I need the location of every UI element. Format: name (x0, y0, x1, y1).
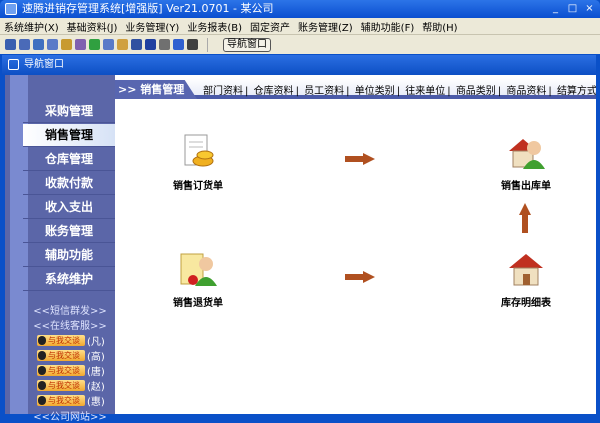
toolbar-button-icon-4[interactable] (47, 39, 58, 50)
separator: | (548, 86, 552, 97)
document-coins-icon (179, 133, 217, 171)
sales-order-label: 销售订货单 (173, 181, 223, 192)
close-button[interactable]: × (583, 2, 596, 15)
separator: | (346, 86, 350, 97)
qq-chat-item[interactable]: 与我交谈 (唐) (37, 363, 105, 378)
menu-basic-data[interactable]: 基础资料(J) (67, 19, 118, 34)
sidebar-item-warehouse[interactable]: 仓库管理 (23, 148, 115, 171)
agent-name: (惠) (87, 397, 105, 408)
nav-window-button[interactable]: 导航窗口 (223, 37, 271, 52)
menu-system[interactable]: 系统维护(X) (4, 19, 59, 34)
minimize-button[interactable]: _ (549, 2, 562, 15)
toolbar-button-icon-6[interactable] (75, 39, 86, 50)
menu-help[interactable]: 帮助(H) (422, 19, 457, 34)
qq-chat-button[interactable]: 与我交谈 (37, 365, 85, 376)
window-title-bar: 速腾进销存管理系统[增强版] Ver21.0701 - 某公司 _ □ × (0, 0, 600, 18)
qq-chat-button[interactable]: 与我交谈 (37, 380, 85, 391)
separator: | (295, 86, 299, 97)
toolbar-button-icon-12[interactable] (159, 39, 170, 50)
toolbar-button-icon-14[interactable] (187, 39, 198, 50)
separator: | (447, 86, 451, 97)
sales-return-label: 销售退货单 (173, 298, 223, 309)
sidebar-item-system[interactable]: 系统维护 (23, 268, 115, 291)
sidebar-item-purchase[interactable]: 采购管理 (23, 100, 115, 123)
toolbar-button-icon-11[interactable] (145, 39, 156, 50)
qq-chat-button[interactable]: 与我交谈 (37, 335, 85, 346)
toolbar-button-icon-2[interactable] (19, 39, 30, 50)
sidebar-item-accounts[interactable]: 账务管理 (23, 220, 115, 243)
menu-auxiliary[interactable]: 辅助功能(F) (361, 19, 415, 34)
sidebar: 采购管理 销售管理 仓库管理 收款付款 收入支出 账务管理 辅助功能 系统维护 … (5, 75, 115, 423)
company-site-link[interactable]: <<公司网站>> (25, 408, 115, 423)
agent-name: (赵) (87, 382, 105, 393)
separator: | (245, 86, 249, 97)
house-person-icon (507, 133, 545, 171)
agent-name: (唐) (87, 367, 105, 378)
sales-outbound-node[interactable]: 销售出库单 (481, 133, 571, 192)
link-product-categories[interactable]: 商品类别 (456, 86, 496, 97)
window-title: 速腾进销存管理系统[增强版] Ver21.0701 - 某公司 (22, 2, 274, 15)
section-header: >> 销售管理 部门资料 | 仓库资料 | 员工资料 | 单位类别 | 往来单位 | 商品… (115, 78, 598, 99)
stock-detail-label: 库存明细表 (501, 298, 551, 309)
qq-chat-item[interactable]: 与我交谈 (惠) (37, 393, 105, 408)
link-departments[interactable]: 部门资料 (203, 86, 243, 97)
app-icon (5, 3, 17, 15)
toolbar-button-icon-3[interactable] (33, 39, 44, 50)
toolbar-button-icon-8[interactable] (103, 39, 114, 50)
menu-bar: 系统维护(X) 基础资料(J) 业务管理(Y) 业务报表(B) 固定资产 账务管… (0, 18, 600, 35)
inner-window-title-bar: 导航窗口 (2, 55, 596, 75)
sms-link[interactable]: <<短信群发>> (25, 302, 115, 317)
sidebar-item-income-expense[interactable]: 收入支出 (23, 196, 115, 219)
sidebar-item-payments[interactable]: 收款付款 (23, 172, 115, 195)
right-arrow-icon (345, 271, 375, 283)
toolbar-button-icon-13[interactable] (173, 39, 184, 50)
qq-chat-button[interactable]: 与我交谈 (37, 395, 85, 406)
menu-reports[interactable]: 业务报表(B) (187, 19, 242, 34)
menu-business[interactable]: 业务管理(Y) (125, 19, 179, 34)
return-document-icon (179, 250, 217, 288)
toolbar-button-icon-1[interactable] (5, 39, 16, 50)
section-title: >> 销售管理 (115, 80, 197, 99)
link-settlement[interactable]: 结算方式 (557, 86, 597, 97)
maximize-button[interactable]: □ (566, 2, 579, 15)
sales-return-node[interactable]: 销售退货单 (153, 250, 243, 309)
window-icon (8, 59, 19, 70)
link-products[interactable]: 商品资料 (506, 86, 546, 97)
link-partners[interactable]: 往来单位 (405, 86, 445, 97)
main-panel: >> 销售管理 部门资料 | 仓库资料 | 员工资料 | 单位类别 | 往来单位 | 商品… (115, 75, 598, 414)
house-icon (507, 250, 545, 288)
toolbar-button-icon-5[interactable] (61, 39, 72, 50)
link-unit-categories[interactable]: 单位类别 (355, 86, 395, 97)
inner-window-title: 导航窗口 (24, 59, 64, 70)
right-arrow-icon (345, 153, 375, 165)
toolbar-separator (207, 37, 208, 52)
sales-order-node[interactable]: 销售订货单 (153, 133, 243, 192)
qq-chat-button[interactable]: 与我交谈 (37, 350, 85, 361)
toolbar: 导航窗口 (0, 35, 600, 54)
agent-name: (高) (87, 352, 105, 363)
separator: | (396, 86, 401, 97)
sidebar-item-auxiliary[interactable]: 辅助功能 (23, 244, 115, 267)
stock-detail-node[interactable]: 库存明细表 (481, 250, 571, 309)
qq-chat-item[interactable]: 与我交谈 (凡) (37, 333, 105, 348)
toolbar-button-icon-7[interactable] (89, 39, 100, 50)
qq-chat-item[interactable]: 与我交谈 (高) (37, 348, 105, 363)
sidebar-item-sales[interactable]: 销售管理 (23, 124, 115, 147)
quick-links: 部门资料 | 仓库资料 | 员工资料 | 单位类别 | 往来单位 | 商品类别 | 商品资料… (202, 82, 598, 97)
qq-chat-item[interactable]: 与我交谈 (赵) (37, 378, 105, 393)
menu-accounts[interactable]: 账务管理(Z) (298, 19, 353, 34)
agent-name: (凡) (87, 337, 105, 348)
toolbar-button-icon-9[interactable] (117, 39, 128, 50)
menu-fixed-assets[interactable]: 固定资产 (250, 19, 290, 34)
sales-outbound-label: 销售出库单 (501, 181, 551, 192)
online-service-link[interactable]: <<在线客服>> (25, 317, 115, 332)
up-arrow-icon (519, 203, 531, 233)
window-border (596, 55, 600, 414)
toolbar-button-icon-10[interactable] (131, 39, 142, 50)
link-warehouses[interactable]: 仓库资料 (254, 86, 294, 97)
link-employees[interactable]: 员工资料 (304, 86, 344, 97)
separator: | (497, 86, 502, 97)
